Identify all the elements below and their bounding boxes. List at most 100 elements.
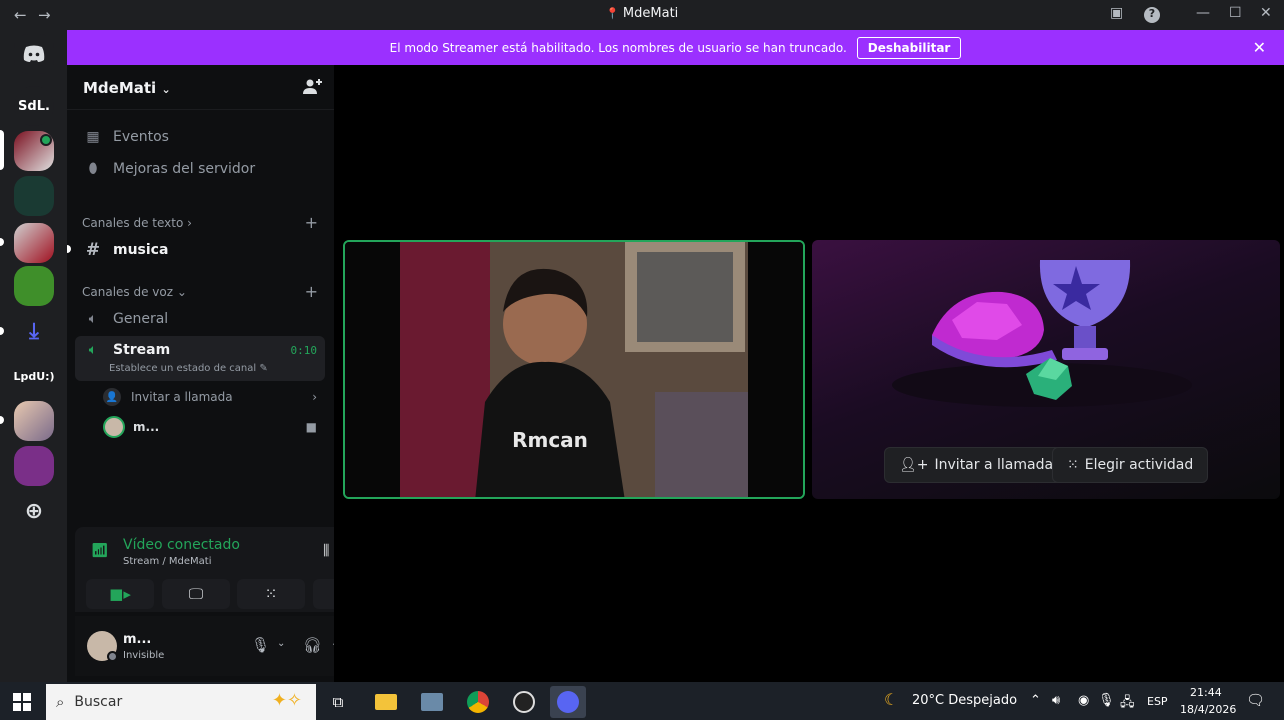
clock-time[interactable]: 21:44 (1190, 686, 1222, 699)
microphone-icon[interactable]: 🎙︎ (251, 636, 270, 654)
headphones-icon[interactable]: 🎧︎ (303, 636, 322, 654)
voice-channels-category[interactable]: Canales de voz ⌄ (82, 285, 187, 299)
banner-message: El modo Streamer está habilitado. Los no… (389, 40, 847, 55)
channel-musica[interactable]: # musica (75, 235, 325, 265)
channel-status[interactable]: Establece un estado de canal ✎ (109, 363, 268, 374)
call-stage: Rmcan 👤︎+ Invitar a llamada ⁙ Elegir act… (334, 65, 1284, 682)
help-icon[interactable]: ? (1144, 7, 1160, 23)
events-item[interactable]: ▦ Eventos (75, 122, 325, 152)
streamer-mode-banner: El modo Streamer está habilitado. Los no… (67, 30, 1284, 65)
obs-icon[interactable] (506, 686, 542, 718)
weather-text[interactable]: 20°C Despejado (912, 693, 1017, 708)
add-voice-channel-icon[interactable]: + (305, 282, 318, 301)
network-icon[interactable]: 🖧 (1120, 693, 1135, 715)
voice-status[interactable]: Vídeo conectado (123, 537, 240, 553)
window-title: 📍 MdeMati (605, 6, 679, 21)
camera-icon: ■ (305, 420, 317, 434)
screen-share-button[interactable]: 🖵 (162, 579, 230, 609)
discord-home-icon[interactable] (14, 34, 54, 74)
server-boost-item[interactable]: ⬮ Mejoras del servidor (75, 154, 325, 184)
chevron-down-icon: ⌄ (161, 83, 171, 96)
video-tile[interactable]: Rmcan (343, 240, 805, 499)
taskbar-search[interactable]: ⌕ Buscar ✦✧ (46, 684, 316, 720)
svg-text:Rmcan: Rmcan (512, 428, 588, 452)
tray-chevron-icon[interactable]: ⌃ (1030, 693, 1041, 708)
status-indicator (107, 651, 118, 662)
speaker-icon: 🔈︎ (88, 311, 98, 327)
title-bar: ← → 📍 MdeMati ▣ ? — ☐ ✕ (0, 0, 1284, 30)
unread-pill-3 (0, 416, 4, 424)
voice-channel-general[interactable]: 🔈︎ General (75, 304, 325, 334)
activity-invite-button[interactable]: 👤︎+ Invitar a llamada (884, 447, 1069, 483)
guild-sdl[interactable]: SdL. (14, 86, 54, 126)
signal-icon[interactable]: 📶︎ (91, 543, 109, 559)
participant-item[interactable]: m... ■ (103, 413, 325, 441)
chrome-icon[interactable] (460, 686, 496, 718)
notifications-icon[interactable]: 🗨︎ (1246, 691, 1265, 709)
clock-date[interactable]: 18/4/2026 (1180, 703, 1236, 716)
calendar-icon: ▦ (86, 129, 100, 145)
voice-channel-stream[interactable]: 🔈︎ Stream 0:10 Establece un estado de ca… (75, 336, 325, 381)
server-header[interactable]: MdeMati ⌄ (67, 65, 334, 110)
text-channels-category[interactable]: Canales de texto › (82, 216, 192, 230)
discord-taskbar-icon[interactable] (550, 686, 586, 718)
activity-tile: 👤︎+ Invitar a llamada ⁙ Elegir actividad (812, 240, 1280, 499)
hash-icon: # (85, 240, 101, 260)
pin-icon: 📍 (605, 7, 623, 20)
activity-illustration (892, 260, 1192, 407)
guild-icon-5[interactable] (14, 401, 54, 441)
download-icon[interactable]: ⤓ (14, 311, 54, 351)
file-explorer-icon[interactable] (368, 686, 404, 718)
chevron-right-icon: › (312, 390, 317, 404)
invite-icon: 👤 (103, 388, 121, 406)
server-list: SdL. ⤓ LpdU:) ⊕ (0, 30, 67, 682)
call-timer: 0:10 (290, 344, 318, 357)
webcam-video: Rmcan (345, 242, 803, 497)
moon-icon: ☾ (884, 690, 899, 709)
windows-taskbar: ⌕ Buscar ✦✧ ⧉ ☾ 20°C Despejado ⌃ 🔊︎ ◉ 🎙︎… (0, 682, 1284, 720)
add-text-channel-icon[interactable]: + (305, 213, 318, 232)
add-user-icon: 👤︎+ (899, 457, 929, 473)
sparkle-icon: ✦✧ (271, 690, 302, 711)
windows-start-icon[interactable] (4, 686, 40, 718)
disable-streamer-button[interactable]: Deshabilitar (856, 36, 962, 59)
mic-tray-icon[interactable]: 🎙︎ (1098, 693, 1115, 708)
unread-pill-2 (0, 327, 4, 335)
guild-icon-3[interactable] (14, 223, 54, 263)
guild-lpdu[interactable]: LpdU:) (13, 356, 54, 396)
volume-icon[interactable]: 🔊︎ (1052, 693, 1060, 708)
guild-icon-6[interactable] (14, 446, 54, 486)
activities-button[interactable]: ⁙ (237, 579, 305, 609)
speaker-active-icon: 🔈︎ (88, 342, 98, 358)
camera-toggle-button[interactable]: ■▸ (86, 579, 154, 609)
participant-avatar (103, 416, 125, 438)
boost-icon: ⬮ (88, 161, 98, 177)
close-banner-icon[interactable]: ✕ (1253, 38, 1266, 57)
invite-to-call-item[interactable]: 👤 Invitar a llamada › (103, 383, 325, 411)
user-name[interactable]: m... (123, 632, 151, 647)
selected-pill (0, 130, 4, 170)
language-indicator[interactable]: ESP (1147, 695, 1168, 708)
add-server-icon[interactable]: ⊕ (14, 491, 54, 531)
guild-icon-2[interactable] (14, 176, 54, 216)
notification-badge (40, 134, 52, 146)
app-icon[interactable] (414, 686, 450, 718)
choose-activity-button[interactable]: ⁙ Elegir actividad (1052, 447, 1209, 483)
inbox-icon[interactable]: ▣ (1110, 5, 1123, 21)
voice-location[interactable]: Stream / MdeMati (123, 556, 212, 567)
minimize-icon[interactable]: — (1196, 5, 1210, 21)
search-icon: ⌕ (56, 693, 65, 711)
add-member-icon[interactable] (302, 77, 322, 97)
unread-pill (0, 238, 4, 246)
close-window-icon[interactable]: ✕ (1260, 5, 1272, 21)
task-view-icon[interactable]: ⧉ (320, 686, 356, 718)
activity-grid-icon: ⁙ (1067, 457, 1079, 473)
guild-icon-4[interactable] (14, 266, 54, 306)
mic-options-chevron-icon[interactable]: ⌄ (277, 638, 285, 649)
server-name[interactable]: MdeMati ⌄ (83, 79, 171, 97)
channel-sidebar: MdeMati ⌄ ▦ Eventos ⬮ Mejoras del servid… (67, 65, 393, 682)
camera-tray-icon[interactable]: ◉ (1078, 693, 1089, 708)
maximize-icon[interactable]: ☐ (1229, 5, 1242, 21)
unread-indicator (67, 245, 71, 253)
soundboard-icon[interactable]: ⫼ (323, 543, 329, 559)
